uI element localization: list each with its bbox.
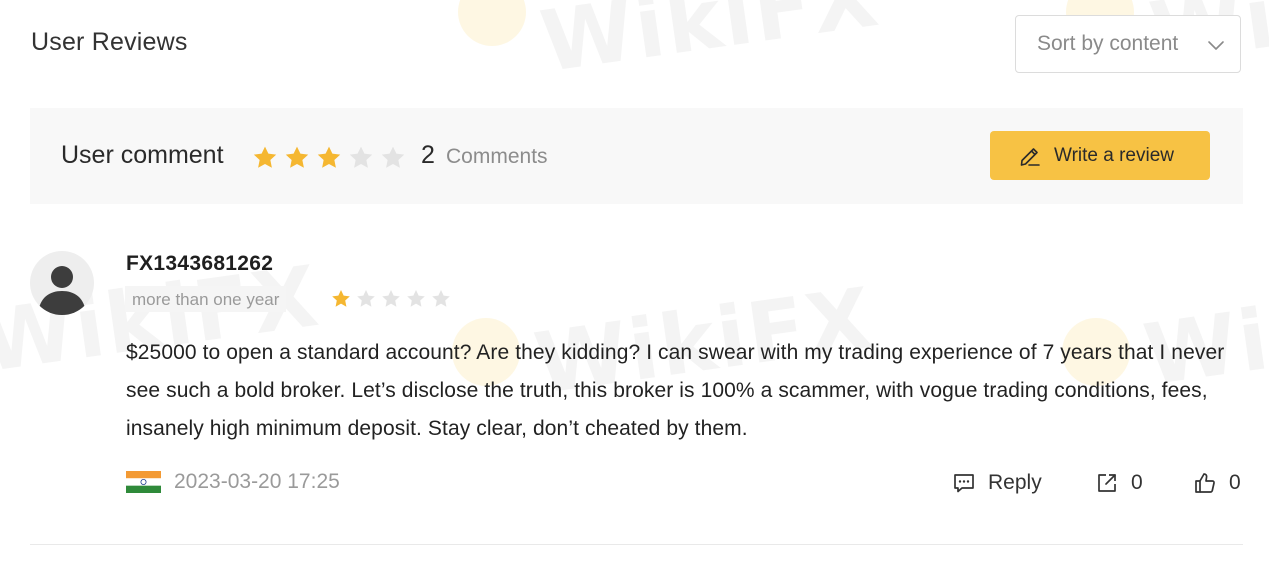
chevron-down-icon (1208, 41, 1224, 50)
review-star-empty-icon (357, 290, 375, 307)
summary-star-filled-icon (253, 146, 277, 168)
sort-selected-label: Sort by content (1037, 32, 1179, 55)
sort-dropdown[interactable]: Sort by content (1015, 15, 1241, 73)
review-star-empty-icon (407, 290, 425, 307)
comment-icon (954, 474, 974, 493)
comment-count-label: Comments (446, 145, 548, 168)
avatar[interactable] (30, 251, 94, 315)
review-time-tag: more than one year (125, 286, 287, 312)
pencil-icon (1020, 148, 1040, 166)
write-review-label: Write a review (1054, 145, 1175, 166)
rating-summary: User comment 2 Comments Write a review (30, 108, 1243, 204)
review-star-rating (330, 288, 452, 310)
share-icon (1098, 474, 1116, 492)
summary-star-rating (251, 144, 407, 172)
reply-label: Reply (988, 471, 1042, 494)
thumbs-up-icon (1195, 473, 1215, 493)
user-reviews-page: WikiFX Wiki WikiFX WikiFX Wiki User Revi… (0, 0, 1269, 576)
summary-star-filled-icon (317, 146, 341, 168)
share-button[interactable]: 0 (1095, 467, 1143, 499)
write-review-button[interactable]: Write a review (990, 131, 1210, 180)
review-username[interactable]: FX1343681262 (126, 252, 273, 276)
summary-star-empty-icon (349, 146, 373, 168)
review-text: $25000 to open a standard account? Are t… (126, 341, 1225, 440)
watermark-logo (458, 0, 526, 46)
summary-star-filled-icon (285, 146, 309, 168)
user-silhouette-icon (38, 266, 86, 315)
watermark: WikiFX (535, 0, 886, 91)
review-star-empty-icon (382, 290, 400, 307)
review-star-filled-icon (332, 290, 350, 307)
divider (30, 544, 1243, 545)
reply-button[interactable]: Reply (952, 467, 1042, 499)
review-star-empty-icon (432, 290, 450, 307)
share-count: 0 (1131, 471, 1143, 494)
india-flag-icon (126, 471, 161, 493)
page-title: User Reviews (31, 28, 188, 56)
summary-star-empty-icon (381, 146, 405, 168)
review-date: 2023-03-20 17:25 (174, 470, 340, 493)
summary-title: User comment (61, 141, 224, 169)
like-count: 0 (1229, 471, 1241, 494)
comment-count: 2 (421, 141, 435, 169)
like-button[interactable]: 0 (1193, 467, 1241, 499)
